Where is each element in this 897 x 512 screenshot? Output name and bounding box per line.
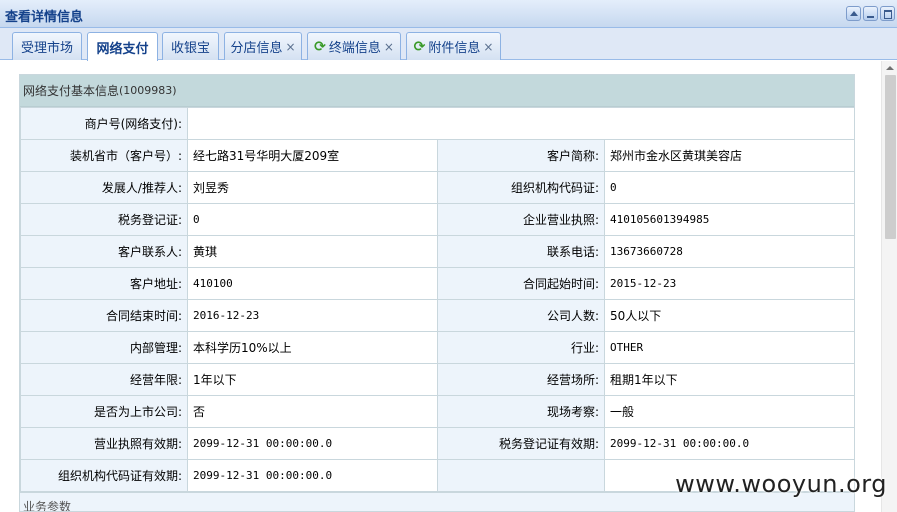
field-value [187,107,854,140]
tab-attachment-info[interactable]: ⟳ 附件信息 × [406,32,501,60]
panel-title: 网络支付基本信息 [23,84,120,98]
table-row: 合同结束时间: 2016-12-23 公司人数: 50人以下 [20,299,854,332]
field-label: 发展人/推荐人: [20,171,188,204]
close-icon[interactable]: × [285,40,295,54]
tab-label: 受理市场 [20,41,73,56]
field-value: 410100 [187,267,438,300]
tab-acceptance-market[interactable]: 受理市场 [12,32,82,60]
window-buttons [846,6,895,21]
field-label: 组织机构代码证有效期: [20,459,188,492]
field-value: OTHER [604,331,854,364]
field-label: 合同结束时间: [20,299,188,332]
merchant-code: (1009983) [119,84,177,97]
field-value: 刘昱秀 [187,171,438,204]
window-title: 查看详情信息 [5,10,84,25]
table-row: 客户地址: 410100 合同起始时间: 2015-12-23 [20,267,854,300]
tab-branch-info[interactable]: 分店信息 × [224,32,302,60]
field-value: 2015-12-23 [604,267,854,300]
tab-label: 收银宝 [170,41,210,56]
field-value: 一般 [604,395,854,428]
field-label: 合同起始时间: [437,267,605,300]
field-value: 0 [187,203,438,236]
table-row: 营业执照有效期: 2099-12-31 00:00:00.0 税务登记证有效期:… [20,427,854,460]
field-label: 经营场所: [437,363,605,396]
minimize-icon[interactable] [863,6,878,21]
field-label: 客户简称: [437,139,605,172]
field-value: 郑州市金水区黄琪美容店 [604,139,854,172]
field-label: 公司人数: [437,299,605,332]
close-icon[interactable]: × [384,40,394,54]
tab-label: 网络支付 [96,41,149,57]
field-label: 组织机构代码证: [437,171,605,204]
field-value: 0 [604,171,854,204]
refresh-icon: ⟳ [314,38,326,55]
content-area: 网络支付基本信息 (1009983) 商户号(网络支付): 装机省市（客户号）: … [0,61,880,512]
table-row: 内部管理: 本科学历10%以上 行业: OTHER [20,331,854,364]
field-value: 1年以下 [187,363,438,396]
field-label: 税务登记证有效期: [437,427,605,460]
field-label: 是否为上市公司: [20,395,188,428]
field-value: 2016-12-23 [187,299,438,332]
field-label: 客户地址: [20,267,188,300]
table-row: 客户联系人: 黄琪 联系电话: 13673660728 [20,235,854,268]
info-table: 商户号(网络支付): 装机省市（客户号）: 经七路31号华明大厦209室 客户简… [20,107,854,492]
field-value: 2099-12-31 00:00:00.0 [604,427,854,460]
table-row: 商户号(网络支付): [20,107,854,140]
field-value: 2099-12-31 00:00:00.0 [187,427,438,460]
watermark: www.wooyun.org [675,470,887,498]
field-value: 50人以下 [604,299,854,332]
table-row: 经营年限: 1年以下 经营场所: 租期1年以下 [20,363,854,396]
table-row: 是否为上市公司: 否 现场考察: 一般 [20,395,854,428]
tab-cashier[interactable]: 收银宝 [162,32,219,60]
field-label: 联系电话: [437,235,605,268]
field-value: 经七路31号华明大厦209室 [187,139,438,172]
scrollbar-thumb[interactable] [885,75,896,239]
field-label: 客户联系人: [20,235,188,268]
field-value: 13673660728 [604,235,854,268]
field-label: 内部管理: [20,331,188,364]
refresh-icon: ⟳ [413,38,426,55]
table-row: 发展人/推荐人: 刘昱秀 组织机构代码证: 0 [20,171,854,204]
field-label: 商户号(网络支付): [20,107,188,140]
maximize-icon[interactable] [880,6,895,21]
tab-label: 分店信息 [230,41,283,56]
window-titlebar: 查看详情信息 [0,0,897,28]
field-label: 税务登记证: [20,203,188,236]
tab-terminal-info[interactable]: ⟳ 终端信息 × [307,32,401,60]
field-value: 410105601394985 [604,203,854,236]
field-value: 2099-12-31 00:00:00.0 [187,459,438,492]
field-value: 否 [187,395,438,428]
field-label [437,459,605,492]
field-label: 行业: [437,331,605,364]
field-value: 租期1年以下 [604,363,854,396]
field-label: 现场考察: [437,395,605,428]
field-label: 企业营业执照: [437,203,605,236]
vertical-scrollbar[interactable] [881,61,897,512]
field-value: 黄琪 [187,235,438,268]
tab-network-payment[interactable]: 网络支付 [87,32,158,61]
field-value: 本科学历10%以上 [187,331,438,364]
table-row: 装机省市（客户号）: 经七路31号华明大厦209室 客户简称: 郑州市金水区黄琪… [20,139,854,172]
close-icon[interactable]: × [483,40,493,54]
collapse-icon[interactable] [846,6,861,21]
panel-header: 网络支付基本信息 (1009983) [20,75,854,107]
tab-label: 附件信息 [428,41,481,56]
field-label: 经营年限: [20,363,188,396]
basic-info-panel: 网络支付基本信息 (1009983) 商户号(网络支付): 装机省市（客户号）: … [19,74,855,512]
field-label: 装机省市（客户号）: [20,139,188,172]
field-label: 营业执照有效期: [20,427,188,460]
table-row: 税务登记证: 0 企业营业执照: 410105601394985 [20,203,854,236]
tab-strip: 受理市场 网络支付 收银宝 分店信息 × ⟳ 终端信息 × ⟳ 附件信息 × [0,28,897,61]
scroll-up-icon[interactable] [886,66,894,70]
tab-label: 终端信息 [328,41,381,56]
